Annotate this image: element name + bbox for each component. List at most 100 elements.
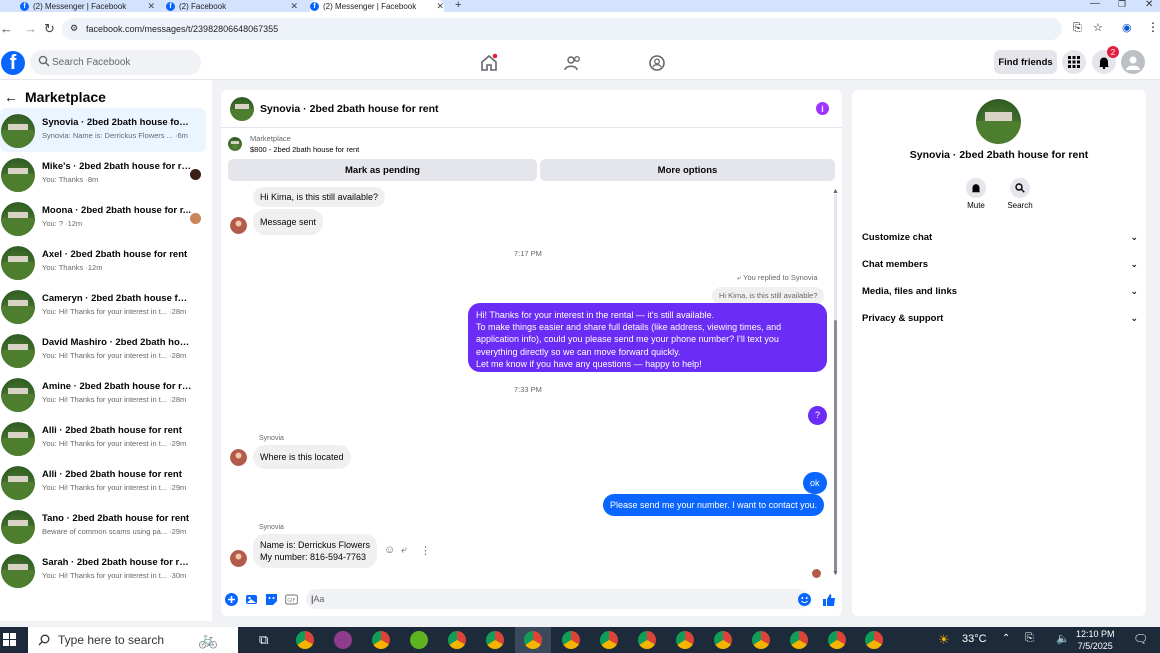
menu-dots-icon[interactable]: ⋮	[1147, 20, 1159, 34]
outgoing-message[interactable]: Please send me your number. I want to co…	[603, 494, 825, 517]
conversation-item[interactable]: Alli · 2bed 2bath house for rent You: Hi!…	[0, 460, 206, 504]
back-arrow-icon[interactable]: ←	[4, 89, 18, 105]
network-icon[interactable]: ⎘	[1025, 632, 1034, 645]
more-icon[interactable]: ⋮	[420, 544, 431, 557]
facebook-logo-icon[interactable]: f	[1, 51, 25, 75]
mark-as-pending-button[interactable]: Mark as pending	[228, 159, 537, 181]
chrome-icon[interactable]	[600, 631, 618, 649]
back-icon[interactable]: ←	[0, 21, 13, 36]
conversation-item[interactable]: David Mashiro · 2bed 2bath house... You: …	[0, 328, 206, 372]
close-tab-icon[interactable]: ✕	[147, 1, 155, 12]
listing-thumbnail[interactable]	[230, 97, 254, 121]
conversation-item[interactable]: Amine · 2bed 2bath house for rent You: Hi…	[0, 372, 206, 416]
more-options-button[interactable]: More options	[540, 159, 835, 181]
gif-icon[interactable]: GIF	[285, 593, 298, 606]
incoming-message[interactable]: Where is this located	[253, 445, 351, 469]
chrome-icon[interactable]	[865, 631, 883, 649]
minimize-icon[interactable]: —	[1090, 0, 1100, 9]
torrent-icon[interactable]	[410, 631, 428, 649]
chrome-icon[interactable]	[296, 631, 314, 649]
sticker-icon[interactable]	[265, 593, 278, 606]
react-icon[interactable]: ☺	[384, 544, 395, 556]
new-tab-icon[interactable]: +	[455, 0, 461, 11]
close-window-icon[interactable]: ✕	[1145, 0, 1153, 10]
incoming-message[interactable]: Name is: Derrickus Flowers My number: 81…	[253, 534, 378, 568]
chrome-icon[interactable]	[524, 631, 542, 649]
chrome-icon[interactable]	[676, 631, 694, 649]
sender-avatar[interactable]	[230, 449, 247, 466]
photo-icon[interactable]	[245, 593, 258, 606]
sender-avatar[interactable]	[230, 217, 247, 234]
restore-icon[interactable]: ❐	[1118, 0, 1126, 10]
chrome-icon[interactable]	[638, 631, 656, 649]
browser-tab[interactable]: f (2) Messenger | Facebook ✕	[20, 0, 155, 12]
emoji-icon[interactable]	[798, 593, 811, 606]
outgoing-message[interactable]: ok	[803, 472, 827, 495]
close-tab-icon[interactable]: ✕	[290, 1, 298, 12]
info-icon[interactable]: i	[816, 102, 829, 115]
conversation-item[interactable]: Sarah · 2bed 2bath house for rent You: Hi…	[0, 548, 206, 592]
customize-chat-section[interactable]: Customize chat ⌄	[862, 232, 1138, 243]
scrollbar-thumb[interactable]	[834, 320, 837, 572]
weather-temp[interactable]: 33°C	[962, 633, 987, 645]
find-friends-button[interactable]: Find friends	[994, 50, 1057, 74]
conversation-item[interactable]: Mike's · 2bed 2bath house for re... You: …	[0, 152, 206, 196]
message-input[interactable]: | Aa	[306, 589, 809, 609]
profile-icon[interactable]: ◉	[1122, 21, 1132, 34]
bookmark-star-icon[interactable]: ☆	[1093, 21, 1103, 34]
menu-grid-button[interactable]	[1062, 50, 1086, 74]
conversation-item[interactable]: Axel · 2bed 2bath house for rent You: Tha…	[0, 240, 206, 284]
system-clock[interactable]: 12:10 PM 7/5/2025	[1076, 628, 1115, 652]
url-input[interactable]: ⚙ facebook.com/messages/t/23982806648067…	[62, 18, 1062, 40]
site-info-icon[interactable]: ⚙	[70, 23, 78, 34]
browser-tab[interactable]: f (2) Facebook ✕	[166, 0, 298, 12]
outgoing-message[interactable]: Hi! Thanks for your interest in the rent…	[468, 303, 827, 372]
conversation-item[interactable]: Cameryn · 2bed 2bath house for r... You: …	[0, 284, 206, 328]
listing-photo[interactable]	[976, 99, 1021, 144]
chrome-icon[interactable]	[448, 631, 466, 649]
mute-button[interactable]: Mute	[956, 178, 996, 210]
groups-icon[interactable]	[647, 53, 667, 73]
scroll-up-icon[interactable]: ▲	[832, 188, 839, 195]
install-icon[interactable]: ⎘	[1073, 22, 1082, 35]
app-icon[interactable]	[334, 631, 352, 649]
chat-members-section[interactable]: Chat members ⌄	[862, 259, 1138, 270]
reply-icon[interactable]: ⤶	[401, 544, 407, 557]
search-button[interactable]: Search	[1000, 178, 1040, 210]
conversation-item[interactable]: Tano · 2bed 2bath house for rent Beware o…	[0, 504, 206, 548]
chrome-icon[interactable]	[790, 631, 808, 649]
incoming-message[interactable]: Hi Kima, is this still available?	[253, 187, 386, 207]
chrome-icon[interactable]	[486, 631, 504, 649]
conversation-item[interactable]: Alli · 2bed 2bath house for rent You: Hi!…	[0, 416, 206, 460]
conversation-item[interactable]: Moona · 2bed 2bath house for r... You: ? …	[0, 196, 206, 240]
media-files-section[interactable]: Media, files and links ⌄	[862, 286, 1138, 297]
facebook-search-input[interactable]: Search Facebook	[30, 50, 201, 75]
tray-chevron-up-icon[interactable]: ⌃	[1002, 633, 1010, 644]
chrome-icon[interactable]	[752, 631, 770, 649]
conversation-item[interactable]: Synovia · 2bed 2bath house for rent Synov…	[0, 108, 206, 152]
chrome-icon[interactable]	[562, 631, 580, 649]
thumbs-up-icon[interactable]	[822, 593, 836, 607]
browser-tab-active[interactable]: f (2) Messenger | Facebook ✕	[310, 0, 444, 12]
sender-avatar[interactable]	[230, 550, 247, 567]
chat-title[interactable]: Synovia · 2bed 2bath house for rent	[260, 103, 439, 115]
notification-center-icon[interactable]: 🗨	[1133, 632, 1148, 646]
scroll-down-icon[interactable]: ▼	[832, 570, 839, 577]
forward-icon[interactable]: →	[24, 21, 37, 36]
chrome-icon[interactable]	[828, 631, 846, 649]
account-avatar-button[interactable]	[1121, 50, 1145, 74]
incoming-message[interactable]: Message sent	[253, 209, 324, 235]
chrome-icon[interactable]	[372, 631, 390, 649]
reload-icon[interactable]: ↻	[44, 21, 55, 37]
add-icon[interactable]	[225, 593, 238, 606]
privacy-support-section[interactable]: Privacy & support ⌄	[862, 313, 1138, 324]
chrome-icon[interactable]	[714, 631, 732, 649]
task-view-icon[interactable]: ⧉	[259, 632, 268, 648]
windows-start-icon[interactable]	[3, 633, 16, 646]
volume-icon[interactable]: 🔈	[1056, 632, 1070, 645]
close-tab-icon[interactable]: ✕	[436, 1, 444, 12]
home-icon[interactable]	[479, 53, 499, 73]
friends-icon[interactable]	[563, 53, 583, 73]
taskbar-search-input[interactable]: Type here to search 🚲	[28, 627, 238, 653]
outgoing-message[interactable]: ?	[808, 406, 827, 425]
